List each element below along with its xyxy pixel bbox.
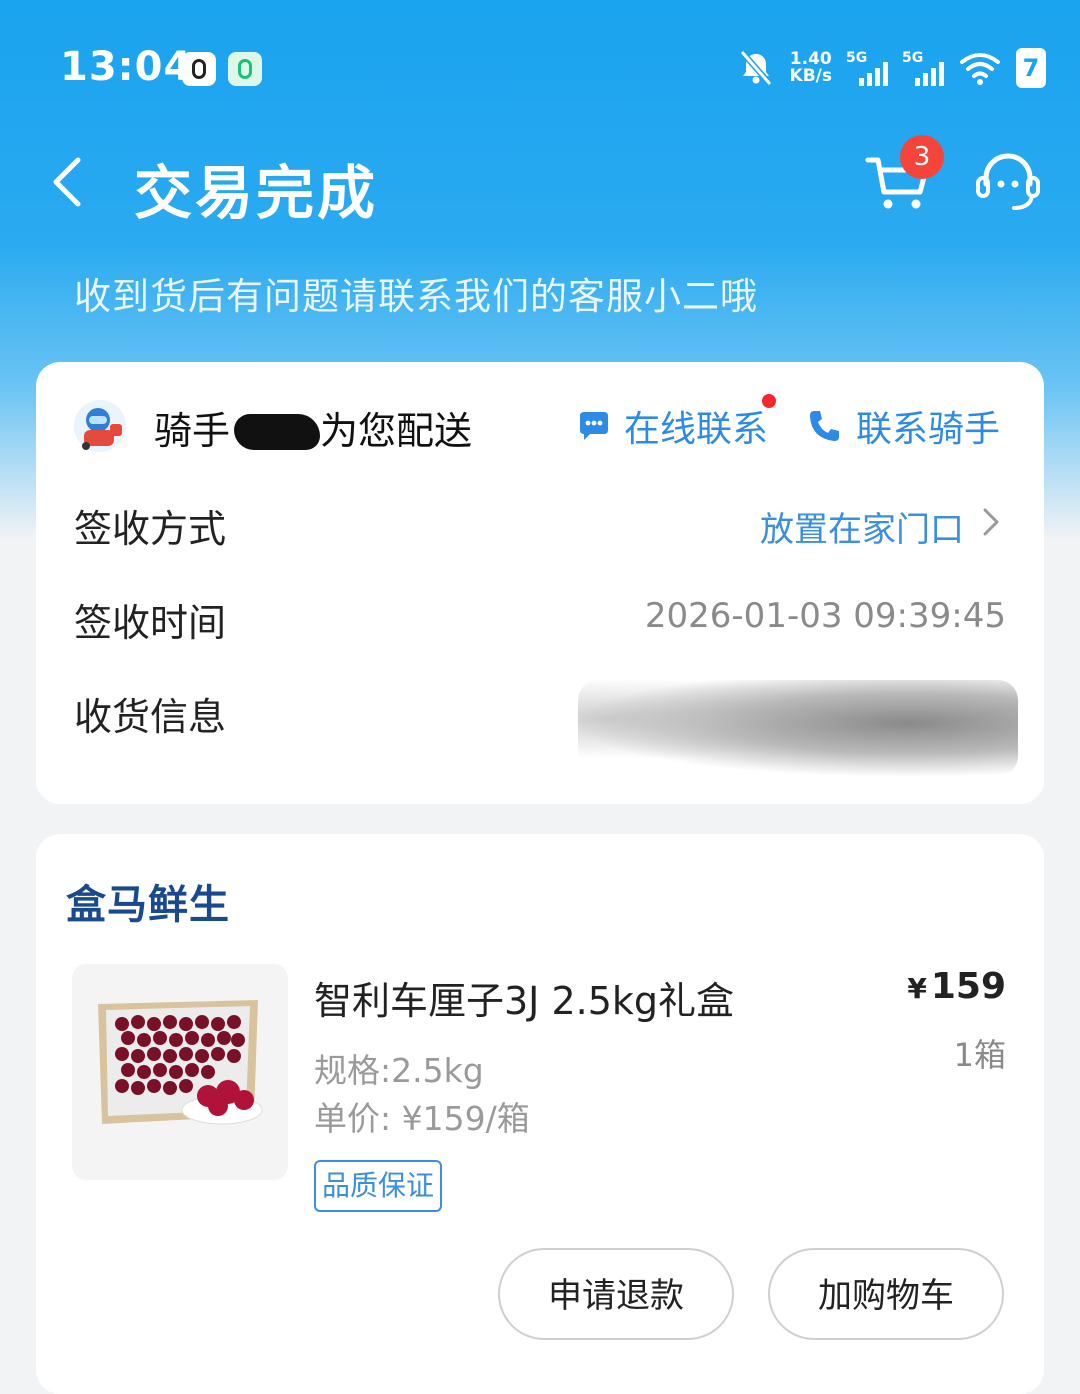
customer-service-icon[interactable] [972, 146, 1044, 218]
chevron-right-icon[interactable] [976, 504, 1006, 540]
unread-dot [762, 394, 777, 408]
sign-method-value[interactable]: 放置在家门口 [760, 502, 964, 551]
page-title: 交易完成 [134, 159, 379, 227]
sign-time-label: 签收时间 [74, 601, 227, 645]
product-price: ¥159 [907, 966, 1006, 1007]
redacted-address [578, 680, 1018, 776]
header-subtitle: 收到货后有问题请联系我们的客服小二哦 [74, 275, 758, 318]
chat-bubble-icon [580, 412, 608, 440]
store-logo[interactable]: 盒马鲜生 [66, 872, 230, 930]
notification-app-icon [228, 52, 262, 86]
rider-row: 骑手 为您配送 在线联系 联系骑手 [36, 392, 1044, 464]
sign-method-label: 签收方式 [74, 507, 227, 551]
product-unit-price: 单价: ¥159/箱 [314, 1099, 530, 1138]
sign-time-row: 签收时间 2026-01-03 09:39:45 [36, 584, 1044, 645]
back-arrow-icon[interactable] [44, 152, 94, 212]
contact-rider-button[interactable]: 联系骑手 [806, 400, 1000, 452]
order-card: 盒马鲜生 智利车厘子3J 2.5kg礼盒 ¥159 1箱 规格:2.5kg 单价… [36, 834, 1044, 1394]
sign-time-value: 2026-01-03 09:39:45 [644, 596, 1006, 636]
battery-icon: 7 [1016, 48, 1046, 88]
wifi-icon [960, 53, 1000, 85]
quality-guarantee-tag: 品质保证 [314, 1160, 443, 1212]
product-spec: 规格:2.5kg [314, 1051, 484, 1090]
notification-app-icon [182, 52, 216, 86]
delivery-card: 骑手 为您配送 在线联系 联系骑手 签收方式 放置在家门口 签收时间 2026-0… [36, 362, 1044, 804]
rider-info: 骑手 为您配送 [154, 409, 473, 453]
product-image[interactable] [72, 964, 288, 1180]
signal-sim1-icon: 5G [846, 50, 888, 86]
signal-sim2-icon: 5G [902, 50, 944, 86]
online-contact-button[interactable]: 在线联系 [576, 394, 777, 452]
add-to-cart-button[interactable]: 加购物车 [768, 1248, 1004, 1340]
status-bar: 13:04 1.40 KB/s 5G 5G 7 [0, 0, 1080, 130]
shipping-info-row: 收货信息 [36, 678, 1044, 776]
status-time: 13:04 [60, 44, 193, 90]
rider-avatar [74, 400, 126, 452]
mute-bell-icon [739, 50, 772, 86]
product-quantity: 1箱 [953, 1036, 1006, 1074]
status-icons: 1.40 KB/s 5G 5G 7 [736, 46, 1046, 90]
product-name[interactable]: 智利车厘子3J 2.5kg礼盒 [314, 970, 734, 1025]
net-speed: 1.40 KB/s [789, 49, 832, 86]
page-header: 交易完成 3 [0, 130, 1080, 240]
sign-method-row[interactable]: 签收方式 放置在家门口 [36, 490, 1044, 551]
phone-icon [810, 411, 839, 441]
cart-count-badge: 3 [900, 135, 944, 179]
cherry-box-image [98, 1000, 263, 1125]
shipping-info-label: 收货信息 [74, 695, 227, 739]
apply-refund-button[interactable]: 申请退款 [498, 1248, 734, 1340]
redacted-name [234, 414, 321, 450]
